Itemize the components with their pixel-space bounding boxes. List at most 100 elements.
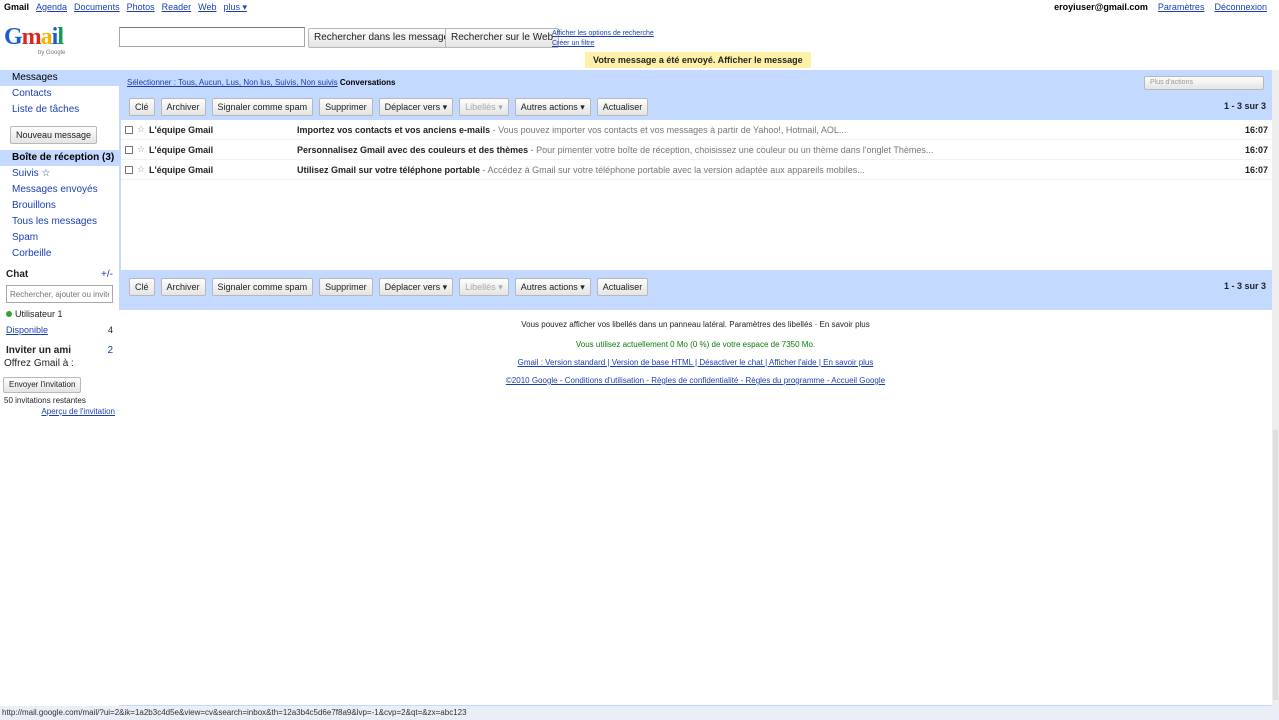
invite-subtitle: Offrez Gmail à : xyxy=(4,358,74,369)
more-actions-select[interactable]: Plus d'actions xyxy=(1144,76,1264,90)
main-panel: Sélectionner : Tous, Aucun, Lus, Non lus… xyxy=(119,70,1272,720)
topbar-link-gmail[interactable]: Gmail xyxy=(4,2,29,13)
top-navigation-bar: Gmail Agenda Documents Photos Reader Web… xyxy=(0,0,1279,14)
search-web-button[interactable]: Rechercher sur le Web xyxy=(445,28,560,48)
move-to-dropdown[interactable]: Déplacer vers xyxy=(378,278,454,296)
chat-status-count: 4 xyxy=(107,325,113,335)
search-options-links: Afficher les options de recherche Créer … xyxy=(552,29,654,49)
chat-contact-row[interactable]: Utilisateur 1 xyxy=(0,306,119,322)
chat-status-row[interactable]: Disponible 4 xyxy=(0,322,119,338)
message-subject: Utilisez Gmail sur votre téléphone porta… xyxy=(297,164,481,175)
gmail-logo[interactable]: Gmail by Google xyxy=(4,24,74,60)
logout-link[interactable]: Déconnexion xyxy=(1214,2,1267,12)
selection-bar: Sélectionner : Tous, Aucun, Lus, Non lus… xyxy=(119,70,1272,93)
message-snippet: - Pour pimenter votre boîte de réception… xyxy=(528,144,934,155)
message-snippet: - Accédez à Gmail sur votre téléphone po… xyxy=(480,164,865,175)
footer-label-tip[interactable]: Vous pouvez afficher vos libellés dans u… xyxy=(119,316,1272,334)
send-invite-button[interactable]: Envoyer l'invitation xyxy=(3,377,82,393)
more-actions-dropdown[interactable]: Autres actions xyxy=(514,278,591,296)
invite-header: Inviter un ami 2 xyxy=(0,344,119,358)
topbar-link-web[interactable]: Web xyxy=(198,2,216,13)
page-scrollbar[interactable] xyxy=(1272,70,1279,720)
select-links[interactable]: Sélectionner : Tous, Aucun, Lus, Non lus… xyxy=(127,78,338,87)
message-subject: Personnalisez Gmail avec des couleurs et… xyxy=(297,144,529,155)
sidebar-item-all-mail[interactable]: Tous les messages xyxy=(0,214,119,230)
chat-contact-name: Utilisateur 1 xyxy=(6,306,63,322)
browser-status-bar: http://mail.google.com/mail/?ui=2&ik=1a2… xyxy=(0,706,1279,720)
sidebar-item-spam[interactable]: Spam xyxy=(0,230,119,246)
chat-search-input[interactable] xyxy=(6,285,113,303)
topbar-link-more[interactable]: plus ▾ xyxy=(223,2,247,13)
message-sent-notice[interactable]: Votre message a été envoyé. Afficher le … xyxy=(585,52,811,68)
topbar-link-agenda[interactable]: Agenda xyxy=(36,2,67,13)
sidebar-item-messages[interactable]: Messages xyxy=(0,70,119,86)
topbar-link-documents[interactable]: Documents xyxy=(74,2,120,13)
message-list: ☆ L'équipe Gmail Importez vos contacts e… xyxy=(121,120,1272,270)
report-spam-button[interactable]: Signaler comme spam xyxy=(211,278,314,296)
create-filter-link[interactable]: Créer un filtre xyxy=(552,39,654,49)
labels-dropdown[interactable]: Libellés xyxy=(459,98,509,116)
delete-button[interactable]: Supprimer xyxy=(319,278,373,296)
mail-search-input[interactable] xyxy=(119,27,305,47)
refresh-button[interactable]: Actualiser xyxy=(596,278,649,296)
archive-button[interactable]: Archiver xyxy=(160,98,206,116)
message-row[interactable]: ☆ L'équipe Gmail Personnalisez Gmail ave… xyxy=(121,140,1272,160)
delete-button[interactable]: Supprimer xyxy=(319,98,373,116)
topbar-link-reader[interactable]: Reader xyxy=(162,2,192,13)
message-toolbar-top: Clé Archiver Signaler comme spam Supprim… xyxy=(119,96,1272,118)
message-checkbox[interactable] xyxy=(125,125,133,134)
chat-status-text[interactable]: Disponible xyxy=(6,322,48,338)
labels-dropdown[interactable]: Libellés xyxy=(459,278,509,296)
sidebar-item-contacts[interactable]: Contacts xyxy=(0,86,119,102)
sidebar-item-sent[interactable]: Messages envoyés xyxy=(0,182,119,198)
message-subject: Importez vos contacts et vos anciens e-m… xyxy=(297,124,491,135)
message-sender: L'équipe Gmail xyxy=(149,164,214,175)
show-search-options-link[interactable]: Afficher les options de recherche xyxy=(552,29,654,39)
pagination-info: 1 - 3 sur 3 xyxy=(1223,101,1266,111)
star-icon[interactable]: ☆ xyxy=(137,144,147,155)
selection-links[interactable]: Sélectionner : Tous, Aucun, Lus, Non lus… xyxy=(127,78,395,87)
chat-header: Chat +/- xyxy=(0,268,119,282)
settings-link[interactable]: Paramètres xyxy=(1158,2,1205,12)
invites-remaining: 50 invitations restantes xyxy=(4,396,86,405)
invite-title: Inviter un ami xyxy=(6,345,72,356)
pagination-info: 1 - 3 sur 3 xyxy=(1223,281,1266,291)
conversations-label: Conversations xyxy=(339,78,396,87)
compose-button[interactable]: Nouveau message xyxy=(10,126,98,144)
gmail-logo-word: Gmail xyxy=(4,24,64,50)
invite-preview-link[interactable]: Aperçu de l'invitation xyxy=(0,406,119,417)
footer-legal-links[interactable]: ©2010 Google - Conditions d'utilisation … xyxy=(119,372,1272,390)
google-apps-links: Gmail Agenda Documents Photos Reader Web… xyxy=(4,2,247,13)
report-spam-button[interactable]: Signaler comme spam xyxy=(211,98,314,116)
sidebar-item-trash[interactable]: Corbeille xyxy=(0,246,119,262)
archive-button[interactable]: Archiver xyxy=(160,278,206,296)
first-button[interactable]: Clé xyxy=(129,98,155,116)
message-checkbox[interactable] xyxy=(125,145,133,154)
star-icon[interactable]: ☆ xyxy=(137,164,147,175)
message-content: Importez vos contacts et vos anciens e-m… xyxy=(297,125,1232,135)
sidebar-item-inbox[interactable]: Boîte de réception (3) xyxy=(0,150,119,166)
message-date: 16:07 xyxy=(1244,164,1268,175)
message-checkbox[interactable] xyxy=(125,165,133,174)
message-row[interactable]: ☆ L'équipe Gmail Importez vos contacts e… xyxy=(121,120,1272,140)
search-mail-button[interactable]: Rechercher dans les messages xyxy=(308,28,461,48)
sidebar-item-drafts[interactable]: Brouillons xyxy=(0,198,119,214)
move-to-dropdown[interactable]: Déplacer vers xyxy=(378,98,454,116)
gmail-logo-sub: by Google xyxy=(38,50,66,56)
left-sidebar: Messages Contacts Liste de tâches Nouvea… xyxy=(0,70,119,720)
more-actions-dropdown[interactable]: Autres actions xyxy=(514,98,591,116)
refresh-button[interactable]: Actualiser xyxy=(596,98,649,116)
message-date: 16:07 xyxy=(1244,124,1268,135)
first-button[interactable]: Clé xyxy=(129,278,155,296)
topbar-link-photos[interactable]: Photos xyxy=(127,2,155,13)
footer-view-links[interactable]: Gmail : Version standard | Version de ba… xyxy=(119,354,1272,372)
chat-toggle[interactable]: +/- xyxy=(101,268,113,282)
star-icon[interactable]: ☆ xyxy=(137,124,147,135)
message-snippet: - Vous pouvez importer vos contacts et v… xyxy=(490,124,847,135)
scrollbar-thumb[interactable] xyxy=(1273,430,1278,700)
sidebar-item-starred[interactable]: Suivis ☆ xyxy=(0,166,119,182)
message-sender: L'équipe Gmail xyxy=(149,144,214,155)
message-row[interactable]: ☆ L'équipe Gmail Utilisez Gmail sur votr… xyxy=(121,160,1272,180)
sidebar-item-tasks[interactable]: Liste de tâches xyxy=(0,102,119,118)
footer-area: Vous pouvez afficher vos libellés dans u… xyxy=(119,310,1272,705)
